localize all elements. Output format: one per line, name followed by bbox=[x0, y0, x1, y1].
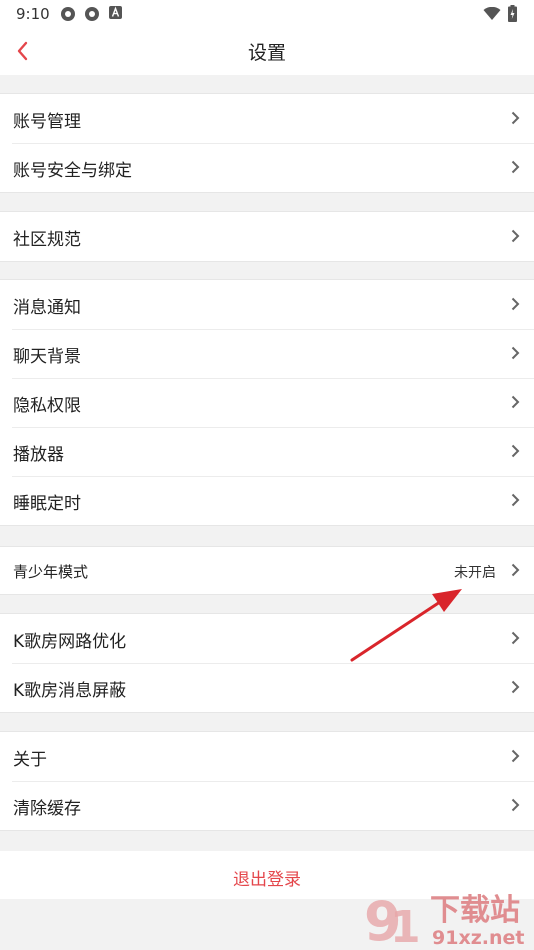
settings-item-label: 消息通知 bbox=[13, 298, 81, 318]
settings-item-privacy[interactable]: 隐私权限 bbox=[0, 378, 534, 427]
settings-item-clear-cache[interactable]: 清除缓存 bbox=[0, 781, 534, 830]
settings-item-label: 账号安全与绑定 bbox=[13, 161, 132, 181]
settings-item-account-management[interactable]: 账号管理 bbox=[0, 94, 534, 143]
chevron-right-icon bbox=[511, 395, 520, 409]
status-time: 9:10 bbox=[16, 5, 50, 23]
settings-item-label: 睡眠定时 bbox=[13, 494, 81, 514]
aperture-icon bbox=[61, 7, 75, 21]
settings-group-about: 关于 清除缓存 bbox=[0, 731, 534, 831]
settings-group-community: 社区规范 bbox=[0, 211, 534, 262]
settings-item-sleep-timer[interactable]: 睡眠定时 bbox=[0, 476, 534, 525]
settings-item-player[interactable]: 播放器 bbox=[0, 427, 534, 476]
chevron-right-icon bbox=[511, 297, 520, 311]
battery-icon bbox=[508, 5, 517, 22]
settings-item-youth-mode[interactable]: 青少年模式 未开启 bbox=[0, 547, 534, 594]
settings-item-about[interactable]: 关于 bbox=[0, 732, 534, 781]
settings-item-account-security[interactable]: 账号安全与绑定 bbox=[0, 143, 534, 192]
chevron-right-icon bbox=[511, 229, 520, 243]
chevron-right-icon bbox=[511, 493, 520, 507]
settings-group-k-room: K歌房网路优化 K歌房消息屏蔽 bbox=[0, 613, 534, 713]
aperture-icon bbox=[85, 7, 99, 21]
settings-item-label: 青少年模式 bbox=[13, 563, 89, 581]
youth-mode-status: 未开启 bbox=[454, 565, 496, 581]
chevron-right-icon bbox=[511, 444, 520, 458]
settings-item-label: 关于 bbox=[13, 750, 47, 770]
settings-group-general: 消息通知 聊天背景 隐私权限 播放器 睡眠定时 bbox=[0, 279, 534, 526]
settings-item-k-room-block[interactable]: K歌房消息屏蔽 bbox=[0, 663, 534, 712]
chevron-right-icon bbox=[511, 160, 520, 174]
settings-item-label: 社区规范 bbox=[13, 230, 81, 250]
settings-group-youth: 青少年模式 未开启 bbox=[0, 546, 534, 595]
watermark-logo: 9 1 下载站 91xz.net bbox=[364, 890, 524, 950]
settings-item-label: 聊天背景 bbox=[13, 347, 81, 367]
app-a-icon bbox=[109, 6, 122, 19]
settings-item-label: 播放器 bbox=[13, 445, 64, 465]
settings-item-notifications[interactable]: 消息通知 bbox=[0, 280, 534, 329]
chevron-right-icon bbox=[511, 680, 520, 694]
settings-item-label: 隐私权限 bbox=[13, 396, 81, 416]
page-title: 设置 bbox=[247, 42, 286, 64]
svg-text:91xz.net: 91xz.net bbox=[432, 927, 524, 949]
chevron-right-icon bbox=[511, 798, 520, 812]
chevron-right-icon bbox=[511, 346, 520, 360]
settings-item-label: 账号管理 bbox=[13, 112, 81, 132]
status-bar: 9:10 bbox=[0, 0, 534, 28]
chevron-right-icon bbox=[511, 631, 520, 645]
app-header: 设置 bbox=[0, 28, 534, 75]
chevron-right-icon bbox=[511, 111, 520, 125]
wifi-icon bbox=[483, 7, 501, 20]
settings-item-community-rules[interactable]: 社区规范 bbox=[0, 212, 534, 261]
settings-item-label: K歌房网路优化 bbox=[13, 632, 127, 652]
svg-text:1: 1 bbox=[390, 902, 421, 950]
svg-text:下载站: 下载站 bbox=[430, 893, 520, 928]
settings-item-label: 清除缓存 bbox=[13, 799, 81, 819]
settings-item-chat-background[interactable]: 聊天背景 bbox=[0, 329, 534, 378]
chevron-right-icon bbox=[511, 749, 520, 763]
settings-item-label: K歌房消息屏蔽 bbox=[13, 681, 127, 701]
settings-group-account: 账号管理 账号安全与绑定 bbox=[0, 93, 534, 193]
settings-item-k-room-network[interactable]: K歌房网路优化 bbox=[0, 614, 534, 663]
chevron-right-icon bbox=[511, 563, 520, 577]
